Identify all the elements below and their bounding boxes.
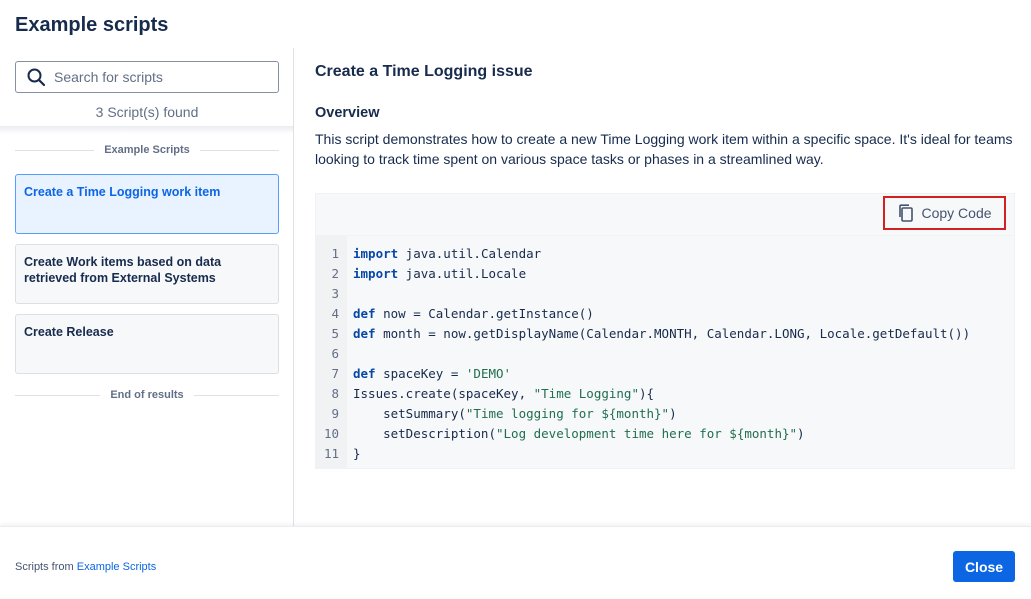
modal-footer: Scripts from Example Scripts Close xyxy=(0,526,1031,599)
line-number: 6 xyxy=(331,346,339,361)
search-icon xyxy=(27,68,46,87)
code-line: Issues.create(spaceKey, "Time Logging"){ xyxy=(353,386,655,401)
end-divider: End of results xyxy=(15,389,279,401)
line-number: 2 xyxy=(331,266,339,281)
section-label: Example Scripts xyxy=(104,144,190,156)
code-line: setDescription("Log development time her… xyxy=(353,426,805,441)
code-block: Copy Code 1 2 3 4 5 6 7 8 9 10 11 import java.util… xyxy=(315,193,1015,469)
line-number: 4 xyxy=(331,306,339,321)
copy-code-button[interactable]: Copy Code xyxy=(883,196,1006,230)
copy-code-label: Copy Code xyxy=(921,205,992,221)
code-line: import java.util.Calendar xyxy=(353,246,542,261)
code-line: def now = Calendar.getInstance() xyxy=(353,306,594,321)
line-numbers: 1 2 3 4 5 6 7 8 9 10 11 xyxy=(316,236,347,468)
script-item-label: Create a Time Logging work item xyxy=(24,185,221,199)
section-divider: Example Scripts xyxy=(15,144,279,156)
scripts-list-panel: 3 Script(s) found Example Scripts Create… xyxy=(0,48,294,526)
overview-heading: Overview xyxy=(315,105,380,121)
line-number: 10 xyxy=(323,426,339,441)
line-number: 7 xyxy=(331,366,339,381)
line-number: 5 xyxy=(331,326,339,341)
code-line: import java.util.Locale xyxy=(353,266,527,281)
example-scripts-link[interactable]: Example Scripts xyxy=(77,561,156,573)
overview-text: This script demonstrates how to create a… xyxy=(315,131,1013,167)
footer-note: Scripts from Example Scripts xyxy=(15,561,156,573)
code-body[interactable]: 1 2 3 4 5 6 7 8 9 10 11 import java.util.Calendar i… xyxy=(316,236,1014,468)
code-lines: import java.util.Calendar import java.uti… xyxy=(347,236,970,468)
line-number: 8 xyxy=(331,386,339,401)
line-number: 1 xyxy=(331,246,339,261)
footer-note-prefix: Scripts from xyxy=(15,561,74,573)
script-item-label: Create Release xyxy=(24,325,114,339)
detail-title: Create a Time Logging issue xyxy=(315,63,533,80)
script-item-time-logging[interactable]: Create a Time Logging work item xyxy=(15,174,279,234)
script-item-label: Create Work items based on data retrieve… xyxy=(24,255,222,285)
close-button[interactable]: Close xyxy=(953,551,1015,582)
code-line: } xyxy=(353,446,361,461)
search-box[interactable] xyxy=(15,61,279,93)
modal-title: Example scripts xyxy=(15,14,169,36)
script-item-create-release[interactable]: Create Release xyxy=(15,314,279,374)
code-line: setSummary("Time logging for ${month}") xyxy=(353,406,677,421)
line-number: 11 xyxy=(323,446,339,461)
line-number: 3 xyxy=(331,286,339,301)
end-label: End of results xyxy=(110,389,184,401)
list-shadow xyxy=(0,126,293,134)
code-line: def month = now.getDisplayName(Calendar.… xyxy=(353,326,971,341)
code-line: def spaceKey = 'DEMO' xyxy=(353,366,512,381)
line-number: 9 xyxy=(331,406,339,421)
results-count: 3 Script(s) found xyxy=(95,104,199,120)
search-input[interactable] xyxy=(54,69,274,85)
copy-icon xyxy=(899,204,914,222)
script-item-external-systems[interactable]: Create Work items based on data retrieve… xyxy=(15,244,279,304)
code-toolbar: Copy Code xyxy=(316,194,1014,236)
